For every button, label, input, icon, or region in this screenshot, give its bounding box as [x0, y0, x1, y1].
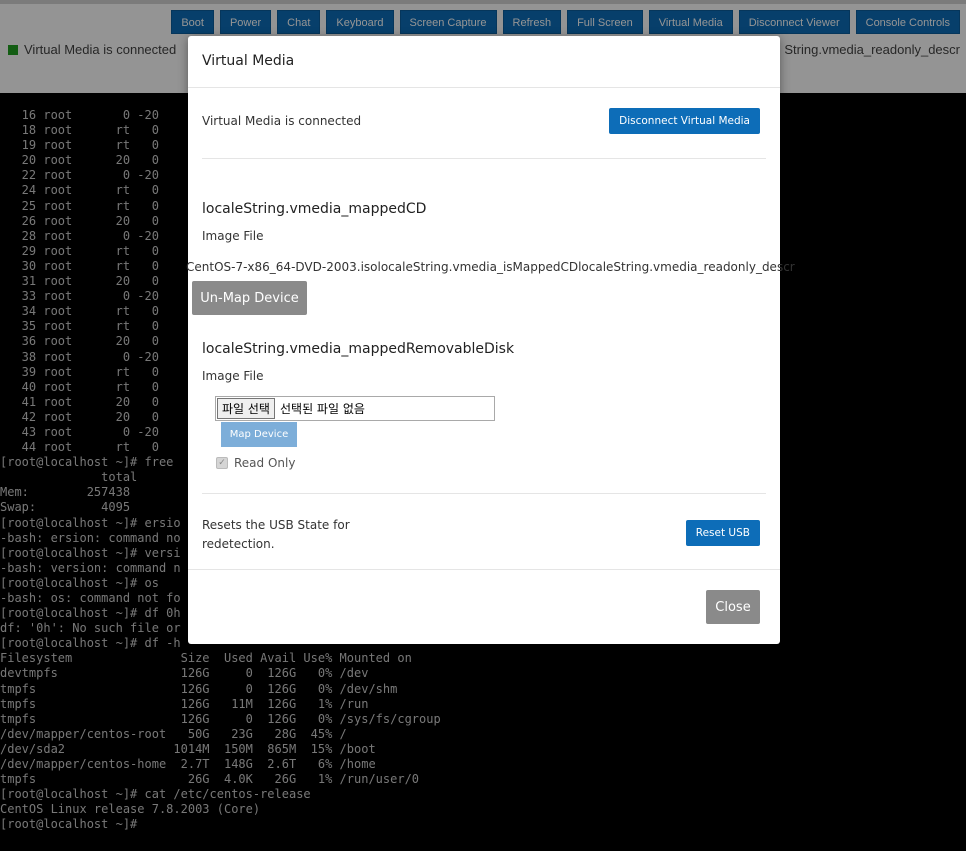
rd-image-file-label: Image File: [202, 369, 264, 383]
dialog-title: Virtual Media: [202, 53, 295, 69]
cd-image-file-label: Image File: [202, 229, 264, 243]
footer-divider: [188, 569, 780, 570]
dialog-header: Virtual Media: [188, 36, 780, 88]
divider: [202, 158, 766, 159]
cd-image-path: CentOS-7-x86_64-DVD-2003.isolocaleString…: [186, 260, 795, 274]
no-file-selected-text: 선택된 파일 없음: [279, 402, 365, 416]
reset-usb-description: Resets the USB State for redetection.: [202, 518, 350, 551]
file-input[interactable]: 파일 선택 선택된 파일 없음: [215, 396, 495, 421]
map-device-button[interactable]: Map Device: [221, 422, 297, 447]
read-only-checkbox[interactable]: ✓: [216, 457, 228, 469]
mapped-cd-title: localeString.vmedia_mappedCD: [202, 201, 427, 217]
virtual-media-dialog: Virtual Media Virtual Media is connected…: [186, 36, 795, 644]
read-only-label: Read Only: [234, 456, 296, 470]
reset-usb-button[interactable]: Reset USB: [685, 520, 760, 546]
close-button[interactable]: Close: [706, 590, 760, 624]
read-only-option[interactable]: ✓ Read Only: [216, 456, 295, 470]
choose-file-button[interactable]: 파일 선택: [217, 398, 275, 419]
unmap-device-button[interactable]: Un-Map Device: [192, 281, 307, 315]
connection-status: Virtual Media is connected: [202, 114, 362, 128]
divider: [202, 493, 766, 494]
connection-row: Virtual Media is connected Disconnect Vi…: [202, 108, 760, 134]
mapped-removable-disk-title: localeString.vmedia_mappedRemovableDisk: [202, 341, 515, 357]
disconnect-virtual-media-button[interactable]: Disconnect Virtual Media: [609, 108, 760, 134]
